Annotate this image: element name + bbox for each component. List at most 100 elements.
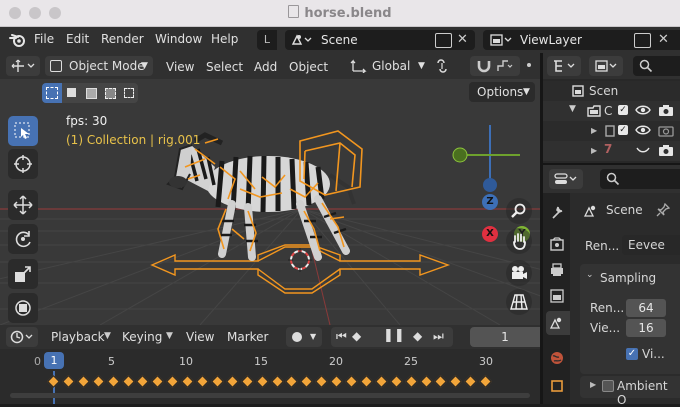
duplicate-icon[interactable] (634, 33, 651, 48)
keyframe-icon[interactable] (255, 375, 269, 388)
keyframe-icon[interactable] (240, 375, 254, 388)
viewport-samples-field[interactable]: 16 (626, 319, 666, 337)
outliner-editor-type-button[interactable] (547, 56, 581, 76)
menu-keying[interactable]: Keying (122, 330, 162, 344)
render-samples-field[interactable]: 64 (626, 299, 666, 317)
keyframe-icon[interactable] (62, 375, 75, 388)
move-tool[interactable] (8, 190, 38, 220)
zoom-view-button[interactable] (506, 198, 532, 224)
eye-icon[interactable] (635, 103, 651, 120)
menu-add[interactable]: Add (254, 60, 277, 74)
menu-view[interactable]: View (186, 330, 214, 344)
keyframe-icon[interactable] (300, 375, 314, 388)
menu-object[interactable]: Object (289, 60, 328, 74)
cursor-tool[interactable] (8, 149, 38, 179)
auto-keying-toggle[interactable]: ▼ (286, 327, 322, 347)
keyframe-icon[interactable] (211, 375, 224, 388)
select-extend-icon[interactable] (62, 83, 81, 103)
scene-tab[interactable] (546, 311, 570, 335)
tool-tab-icon[interactable] (550, 205, 564, 222)
menu-window[interactable]: Window (155, 32, 202, 46)
duplicate-icon[interactable] (435, 33, 452, 48)
select-box-tool[interactable] (8, 116, 38, 146)
display-mode-dropdown[interactable] (589, 56, 623, 76)
perspective-toggle-button[interactable] (506, 289, 532, 315)
ambient-occlusion-checkbox[interactable] (602, 380, 614, 392)
menu-edit[interactable]: Edit (66, 32, 89, 46)
keyframe-icon[interactable] (76, 375, 90, 388)
proportional-edit-icon[interactable] (527, 63, 531, 67)
outliner-row-armature[interactable]: ▶ 7 (543, 141, 680, 161)
workspace-tab[interactable]: L (257, 30, 277, 50)
snap-toggle[interactable] (470, 56, 520, 76)
view-layer-tab-icon[interactable] (550, 289, 564, 306)
keyframe-icon[interactable] (106, 375, 120, 388)
current-frame-field[interactable]: 1 (470, 327, 540, 347)
keyframe-icon[interactable] (270, 375, 284, 388)
frame-ruler[interactable]: 0 1 5 10 15 20 25 30 (0, 349, 540, 371)
menu-marker[interactable]: Marker (227, 330, 268, 344)
viewport-denoise-checkbox[interactable]: ✓ (626, 348, 638, 360)
pin-icon[interactable] (656, 202, 671, 220)
keyframe-icon[interactable] (225, 375, 239, 388)
pan-view-button[interactable] (506, 228, 532, 254)
playhead[interactable]: 1 (44, 352, 64, 369)
transform-tool[interactable] (8, 293, 38, 323)
keyframe-icon[interactable] (449, 375, 463, 388)
menu-playback[interactable]: Playback (51, 330, 105, 344)
keyframe-icon[interactable] (166, 375, 180, 388)
keyframe-icon[interactable] (315, 375, 329, 388)
menu-select[interactable]: Select (206, 60, 243, 74)
keyframe-icon[interactable] (464, 375, 478, 388)
output-tab-icon[interactable] (550, 263, 564, 280)
pause-icon[interactable]: ❚❚ (383, 328, 405, 343)
keyframe-icon[interactable] (136, 375, 150, 388)
timeline-editor-type-button[interactable] (6, 327, 38, 347)
blender-logo-icon[interactable] (9, 32, 27, 48)
checkbox-icon[interactable]: ✓ (618, 125, 628, 135)
expand-triangle-icon[interactable]: ▶ (590, 380, 596, 389)
gizmo-x-axis[interactable]: X (482, 226, 498, 242)
keyframe-icon[interactable] (479, 375, 492, 388)
expand-triangle-icon[interactable]: ▶ (591, 146, 597, 155)
close-icon[interactable]: ✕ (658, 32, 669, 47)
keyframe-row[interactable] (0, 373, 540, 389)
properties-editor-type-button[interactable] (549, 169, 583, 189)
camera-icon[interactable] (658, 103, 674, 120)
timeline-scrollbar[interactable] (10, 393, 530, 398)
render-tab-icon[interactable] (550, 237, 564, 254)
keyframe-icon[interactable] (345, 375, 358, 388)
outliner-search-input[interactable] (633, 56, 680, 76)
camera-disabled-icon[interactable] (658, 123, 674, 140)
menu-help[interactable]: Help (211, 32, 238, 46)
scene-selector[interactable]: Scene ✕ (285, 30, 475, 50)
outliner-row-collection[interactable]: ▼ C ✓ (543, 101, 680, 121)
view-layer-selector[interactable]: ViewLayer ✕ (483, 30, 680, 50)
world-tab-icon[interactable] (550, 351, 564, 368)
render-engine-dropdown[interactable]: Eevee (622, 235, 680, 255)
outliner-row-object[interactable]: ▶ ✓ (543, 121, 680, 141)
keyframe-icon[interactable] (196, 375, 209, 388)
object-tab-icon[interactable] (550, 379, 564, 396)
sampling-title[interactable]: Sampling (600, 271, 656, 285)
menu-file[interactable]: File (34, 32, 54, 46)
object-mode-dropdown[interactable]: Object Mode ▼ (45, 56, 153, 76)
collapse-triangle-icon[interactable]: ▼ (569, 104, 576, 114)
keyframe-icon[interactable] (181, 375, 194, 388)
keyframe-icon[interactable] (151, 375, 165, 388)
camera-icon[interactable] (658, 143, 674, 160)
select-new-icon[interactable] (42, 83, 62, 103)
keyframe-icon[interactable] (121, 375, 135, 388)
rotate-tool[interactable] (8, 224, 38, 254)
keyframe-icon[interactable] (434, 375, 448, 388)
gizmo-z-axis[interactable]: Z (482, 194, 498, 210)
keyframe-icon[interactable] (91, 375, 105, 388)
outliner-row-scene[interactable]: Scen (543, 81, 680, 101)
keyframe-icon[interactable] (47, 375, 60, 388)
prev-keyframe-icon[interactable]: ◆ (352, 329, 361, 343)
pivot-point-button[interactable] (434, 56, 450, 76)
keyframe-icon[interactable] (389, 375, 403, 388)
collapse-chevron-icon[interactable]: ⌄ (586, 270, 594, 280)
keyframe-icon[interactable] (330, 375, 343, 388)
keyframe-icon[interactable] (285, 375, 299, 388)
